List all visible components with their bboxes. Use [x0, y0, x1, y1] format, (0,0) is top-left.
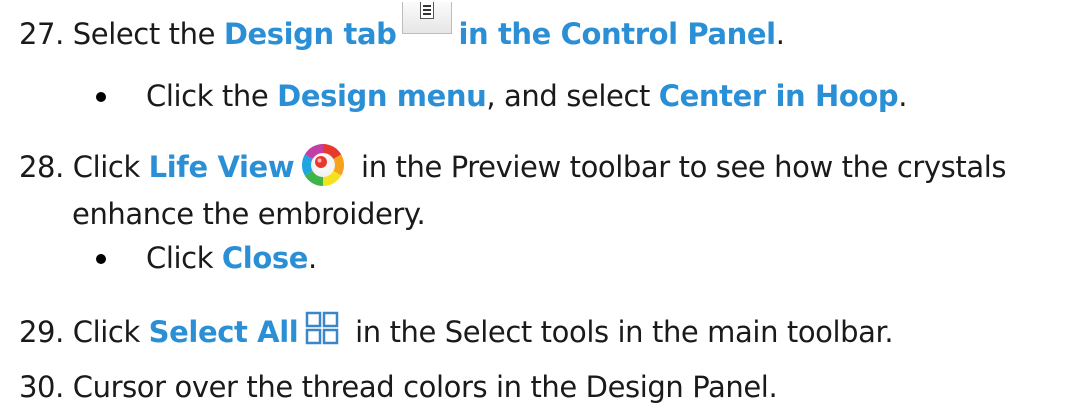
step-text: Cursor over the thread colors in the Des… [72, 370, 778, 404]
bullet-text: . [898, 79, 908, 113]
bullet-icon [96, 254, 106, 264]
design-tab-icon [402, 2, 453, 34]
select-all-icon [304, 310, 340, 346]
bullet-text: . [308, 241, 317, 275]
step-text: Click [72, 315, 149, 349]
bullet-text: Click [146, 241, 222, 275]
step-number: 27. [19, 17, 64, 51]
center-in-hoop-link[interactable]: Center in Hoop [659, 79, 899, 113]
step-text: enhance the embroidery. [72, 197, 426, 231]
step-27-bullet: Click the Design menu, and select Center… [146, 78, 907, 114]
design-tab-link[interactable]: Design tab [224, 17, 397, 51]
step-30: 30. Cursor over the thread colors in the… [19, 369, 778, 405]
step-text: Select the [72, 17, 224, 51]
step-number: 29. [19, 315, 64, 349]
select-all-link[interactable]: Select All [149, 315, 299, 349]
design-menu-link[interactable]: Design menu [277, 79, 487, 113]
step-text: in the Preview toolbar to see how the cr… [352, 150, 1007, 184]
life-view-icon [300, 142, 346, 188]
step-number: 30. [19, 370, 64, 404]
bullet-text: Click the [146, 79, 278, 113]
step-number: 28. [19, 150, 64, 184]
step-29: 29. Click Select All in the Select tools… [19, 311, 894, 352]
step-text: . [775, 17, 785, 51]
step-28-continuation: enhance the embroidery. [72, 196, 426, 232]
life-view-link[interactable]: Life View [149, 150, 295, 184]
step-28: 28. Click Life View in the Preview toolb… [19, 144, 1007, 192]
bullet-text: , and select [486, 79, 659, 113]
step-text: Click [72, 150, 149, 184]
bullet-icon [96, 92, 106, 102]
step-28-bullet: Click Close. [146, 240, 317, 276]
step-27: 27. Select the Design tab in the Control … [19, 2, 785, 52]
close-link[interactable]: Close [222, 241, 308, 275]
step-text: in the Select tools in the main toolbar. [346, 315, 894, 349]
control-panel-link[interactable]: in the Control Panel [458, 17, 776, 51]
